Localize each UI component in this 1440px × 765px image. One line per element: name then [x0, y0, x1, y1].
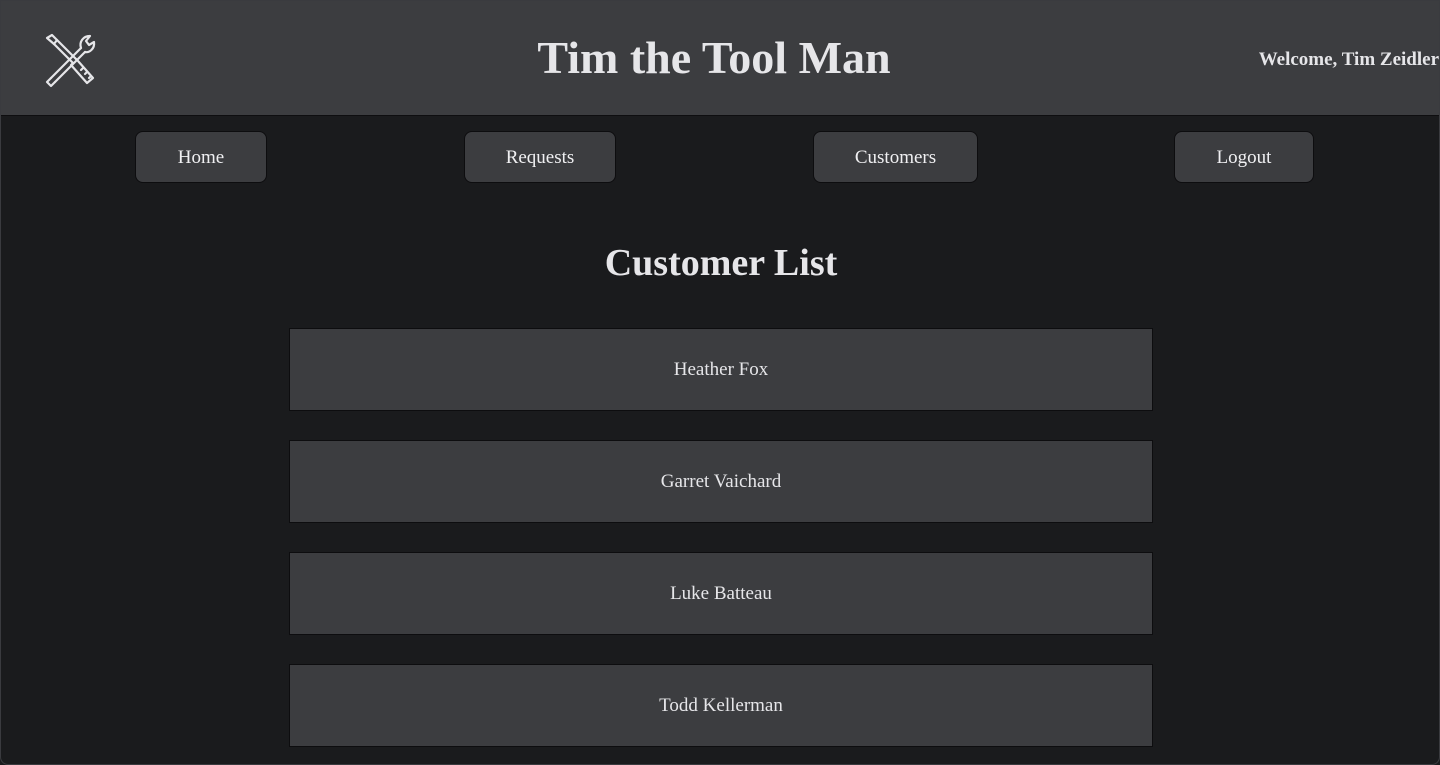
customer-list-item[interactable]: Luke Batteau: [289, 552, 1153, 635]
customer-list-item[interactable]: Garret Vaichard: [289, 440, 1153, 523]
site-header: Tim the Tool Man Welcome, Tim Zeidler: [1, 1, 1439, 116]
customer-list-item[interactable]: Todd Kellerman: [289, 664, 1153, 747]
nav-customers-button[interactable]: Customers: [813, 131, 978, 183]
nav-home-button[interactable]: Home: [135, 131, 267, 183]
customer-list-item[interactable]: Heather Fox: [289, 328, 1153, 411]
page-title: Customer List: [604, 242, 838, 284]
nav-logout-button[interactable]: Logout: [1174, 131, 1314, 183]
app-window: Tim the Tool Man Welcome, Tim Zeidler Ho…: [0, 0, 1440, 765]
site-title: Tim the Tool Man: [537, 32, 891, 83]
welcome-message: Welcome, Tim Zeidler: [1258, 49, 1439, 70]
nav-requests-button[interactable]: Requests: [464, 131, 616, 183]
